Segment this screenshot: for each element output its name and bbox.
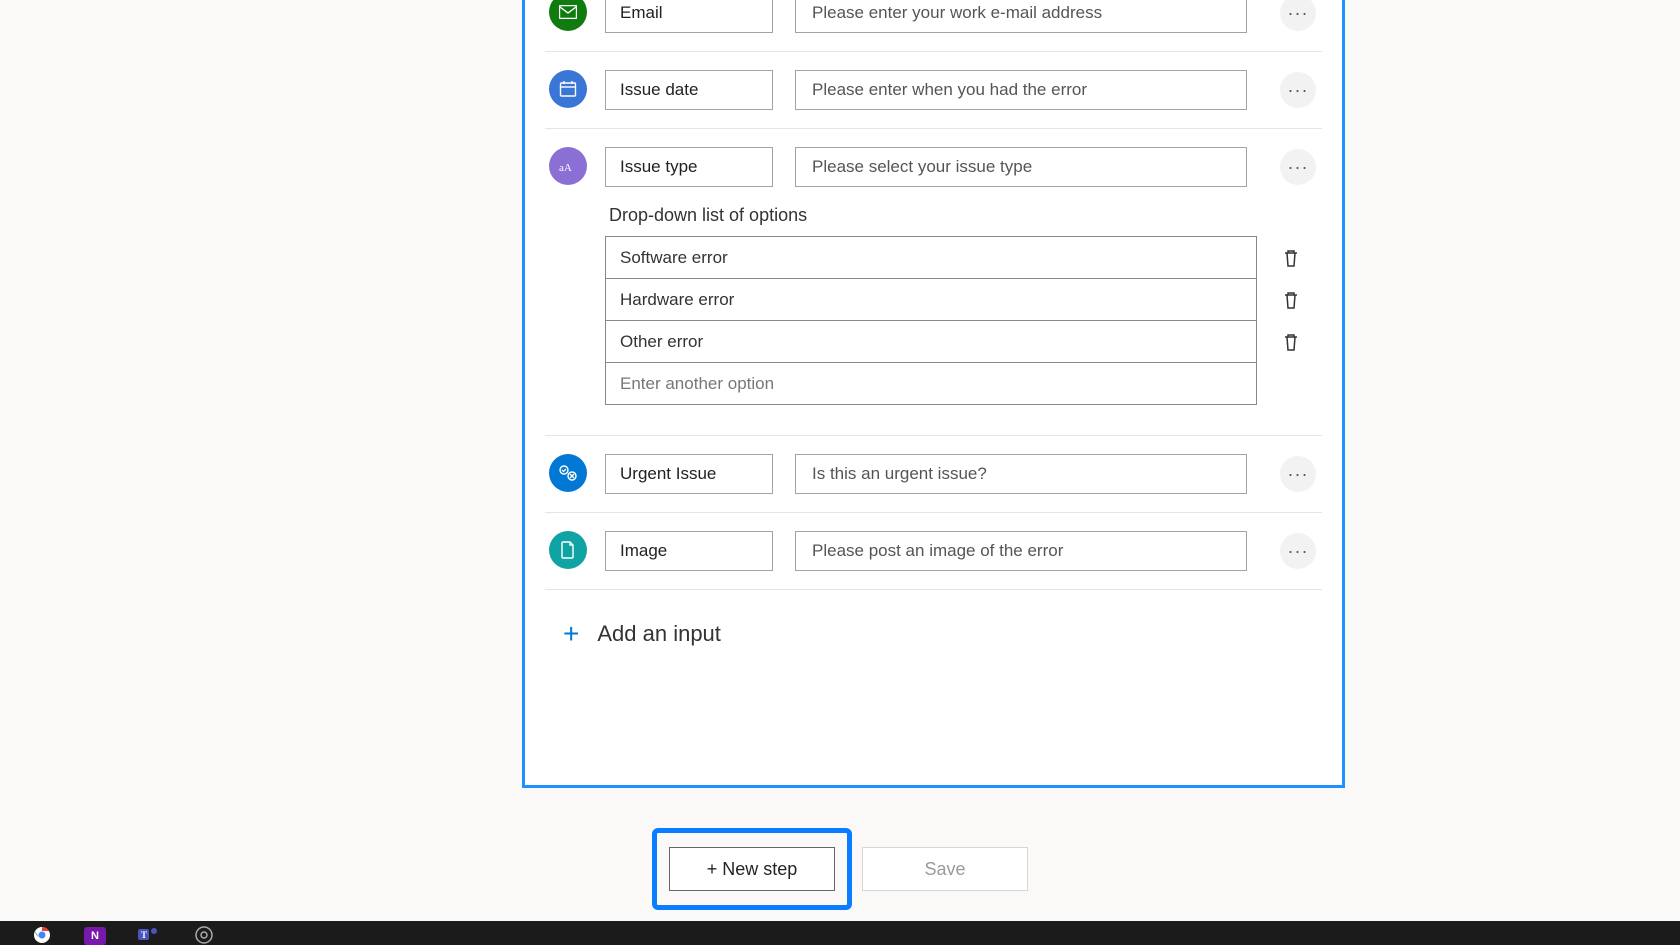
input-row-email: ··· — [545, 0, 1322, 52]
more-button-date[interactable]: ··· — [1280, 72, 1316, 108]
input-desc-image[interactable] — [795, 531, 1247, 571]
more-button-urgent[interactable]: ··· — [1280, 456, 1316, 492]
file-icon — [549, 531, 587, 569]
input-name-image[interactable] — [605, 531, 773, 571]
trigger-card: ··· ··· aA ··· Drop-down list of options — [522, 0, 1345, 788]
calendar-icon — [549, 70, 587, 108]
input-name-urgent[interactable] — [605, 454, 773, 494]
dropdown-option[interactable]: Software error — [606, 237, 1256, 279]
taskbar-app-icon[interactable] — [190, 925, 218, 945]
input-desc-email[interactable] — [795, 0, 1247, 33]
input-desc-urgent[interactable] — [795, 454, 1247, 494]
yesno-icon — [549, 454, 587, 492]
new-step-highlight: + New step — [652, 828, 852, 910]
dropdown-option-new[interactable] — [606, 363, 1256, 405]
dropdown-label: Drop-down list of options — [605, 205, 1322, 226]
dropdown-new-input[interactable] — [620, 374, 1242, 394]
dropdown-option-text: Hardware error — [620, 290, 734, 310]
input-row-image: ··· — [545, 513, 1322, 590]
more-button-email[interactable]: ··· — [1280, 0, 1316, 31]
input-name-date[interactable] — [605, 70, 773, 110]
input-name-type[interactable] — [605, 147, 773, 187]
dropdown-options-block: Drop-down list of options Software error… — [605, 187, 1322, 405]
dropdown-option[interactable]: Other error — [606, 321, 1256, 363]
taskbar-onenote-icon[interactable]: N — [84, 927, 106, 945]
new-step-button[interactable]: + New step — [669, 847, 835, 891]
dropdown-option-text: Other error — [620, 332, 703, 352]
text-icon: aA — [549, 147, 587, 185]
input-row-date: ··· — [545, 52, 1322, 129]
input-desc-date[interactable] — [795, 70, 1247, 110]
dropdown-list: Software error Hardware error Other erro… — [605, 236, 1257, 405]
more-button-image[interactable]: ··· — [1280, 533, 1316, 569]
delete-option-icon[interactable] — [1282, 290, 1300, 310]
taskbar-teams-icon[interactable]: T — [134, 925, 162, 945]
delete-option-icon[interactable] — [1282, 248, 1300, 268]
taskbar: N T — [0, 921, 1680, 945]
add-input-button[interactable]: + Add an input — [545, 590, 1322, 678]
svg-text:T: T — [141, 930, 147, 940]
dropdown-option[interactable]: Hardware error — [606, 279, 1256, 321]
input-desc-type[interactable] — [795, 147, 1247, 187]
dropdown-option-text: Software error — [620, 248, 728, 268]
delete-option-icon[interactable] — [1282, 332, 1300, 352]
input-row-type: aA ··· Drop-down list of options Softwar… — [545, 129, 1322, 436]
email-icon — [549, 0, 587, 31]
plus-icon: + — [563, 618, 579, 650]
save-button[interactable]: Save — [862, 847, 1028, 891]
bottom-button-row: + New step Save — [0, 828, 1680, 910]
input-name-email[interactable] — [605, 0, 773, 33]
svg-text:aA: aA — [559, 162, 572, 173]
taskbar-chrome-icon[interactable] — [28, 925, 56, 945]
more-button-type[interactable]: ··· — [1280, 149, 1316, 185]
add-input-label: Add an input — [597, 621, 721, 647]
input-row-urgent: ··· — [545, 436, 1322, 513]
